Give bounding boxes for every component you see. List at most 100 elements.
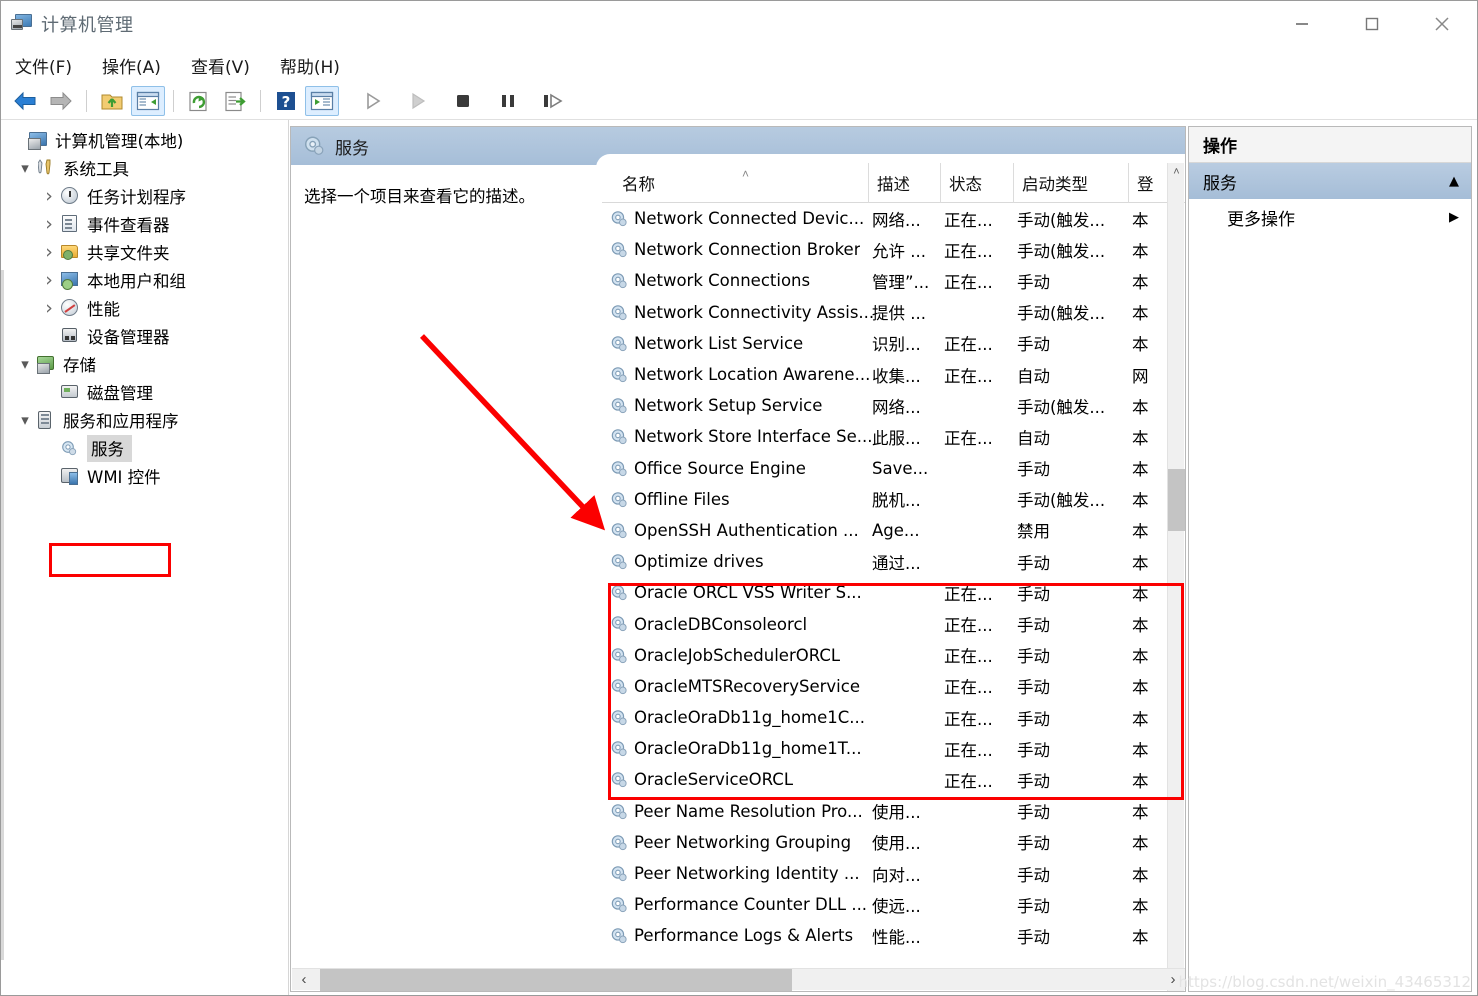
console-tree[interactable]: 计算机管理(本地) 系统工具 任务计划程序 事件查看器 xyxy=(1,120,289,995)
service-gear-icon xyxy=(610,241,628,258)
cell-service-name: OracleDBConsoleorcl xyxy=(634,614,808,634)
services-rows[interactable]: Network Connected Devic... 网络... 正在... 手动(触… xyxy=(602,203,1167,973)
more-actions-item[interactable]: 更多操作 ▶ xyxy=(1189,199,1471,235)
column-header-logon-as[interactable]: 登 xyxy=(1128,163,1167,203)
horizontal-scroll-thumb[interactable] xyxy=(320,968,792,991)
table-row[interactable]: Offline Files 脱机... 手动(触发... 本 xyxy=(602,484,1167,515)
tree-item-event-viewer[interactable]: 事件查看器 xyxy=(1,210,288,238)
table-row[interactable]: Network Location Awarene... 收集... 正在... 自动 网 xyxy=(602,359,1167,390)
tree-item-storage[interactable]: 存储 xyxy=(1,350,288,378)
list-vertical-scrollbar[interactable]: ˄ ˅ xyxy=(1167,163,1185,991)
export-list-icon[interactable] xyxy=(218,86,252,116)
chevron-down-icon[interactable] xyxy=(15,357,35,372)
column-header-startup-type[interactable]: 启动类型 xyxy=(1013,163,1128,203)
chevron-down-icon[interactable] xyxy=(15,413,35,428)
chevron-right-icon[interactable] xyxy=(39,215,59,234)
cell-service-status: 正在... xyxy=(944,241,993,261)
actions-group-services[interactable]: 服务 ▲ xyxy=(1189,163,1471,199)
menu-file[interactable]: 文件(F) xyxy=(15,53,72,78)
menu-view[interactable]: 查看(V) xyxy=(191,53,250,78)
tree-item-task-scheduler[interactable]: 任务计划程序 xyxy=(1,182,288,210)
tools-icon xyxy=(35,158,57,178)
menu-action[interactable]: 操作(A) xyxy=(102,53,161,78)
scroll-up-icon[interactable]: ˄ xyxy=(1168,163,1185,180)
tree-item-computer-management-local[interactable]: 计算机管理(本地) xyxy=(1,126,288,154)
chevron-right-icon[interactable] xyxy=(39,299,59,318)
table-row[interactable]: OracleMTSRecoveryService 正在... 手动 本 xyxy=(602,671,1167,702)
menu-help[interactable]: 帮助(H) xyxy=(280,53,340,78)
table-row[interactable]: OracleDBConsoleorcl 正在... 手动 本 xyxy=(602,608,1167,639)
table-row[interactable]: Performance Counter DLL ... 使远... 手动 本 xyxy=(602,889,1167,920)
tree-item-device-manager[interactable]: 设备管理器 xyxy=(1,322,288,350)
service-gear-icon xyxy=(610,397,628,414)
chevron-right-icon[interactable]: ▶ xyxy=(1449,210,1459,225)
table-row[interactable]: OracleJobSchedulerORCL 正在... 手动 本 xyxy=(602,640,1167,671)
scroll-left-icon[interactable]: ‹ xyxy=(292,969,316,991)
table-row[interactable]: Oracle ORCL VSS Writer S... 正在... 手动 本 xyxy=(602,577,1167,608)
table-row[interactable]: Network List Service 识别... 正在... 手动 本 xyxy=(602,328,1167,359)
tree-item-services-and-applications[interactable]: 服务和应用程序 xyxy=(1,406,288,434)
pause-service-icon[interactable] xyxy=(491,86,525,116)
table-row[interactable]: Optimize drives 通过... 手动 本 xyxy=(602,546,1167,577)
table-row[interactable]: OracleServiceORCL 正在... 手动 本 xyxy=(602,764,1167,795)
table-row[interactable]: Network Connections 管理”... 正在... 手动 本 xyxy=(602,265,1167,296)
column-header-status[interactable]: 状态 xyxy=(940,163,1013,203)
restart-service-icon[interactable] xyxy=(536,86,570,116)
table-row[interactable]: Peer Networking Identity ... 向对... 手动 本 xyxy=(602,858,1167,889)
back-icon[interactable] xyxy=(8,86,42,116)
table-row[interactable]: OpenSSH Authentication ... Age... 禁用 本 xyxy=(602,515,1167,546)
table-row[interactable]: Office Source Engine Save... 手动 本 xyxy=(602,453,1167,484)
cell-service-startup-type: 手动(触发... xyxy=(1017,491,1106,511)
tree-item-local-users-and-groups[interactable]: 本地用户和组 xyxy=(1,266,288,294)
chevron-down-icon[interactable] xyxy=(15,161,35,176)
start-service-icon[interactable] xyxy=(356,86,390,116)
properties-icon[interactable] xyxy=(305,86,339,116)
column-header-name[interactable]: 名称 xyxy=(602,163,868,203)
cell-service-status: 正在... xyxy=(944,584,993,604)
cell-service-name: Oracle ORCL VSS Writer S... xyxy=(634,583,862,603)
table-row[interactable]: Peer Name Resolution Pro... 使用... 手动 本 xyxy=(602,796,1167,827)
up-folder-icon[interactable] xyxy=(95,86,129,116)
table-row[interactable]: OracleOraDb11g_home1T... 正在... 手动 本 xyxy=(602,733,1167,764)
tree-item-disk-management[interactable]: 磁盘管理 xyxy=(1,378,288,406)
minimize-button[interactable] xyxy=(1267,1,1337,47)
chevron-up-icon[interactable]: ▲ xyxy=(1449,174,1459,189)
cell-service-description: 网络... xyxy=(872,210,921,230)
refresh-icon[interactable] xyxy=(182,86,216,116)
table-row[interactable]: Network Setup Service 网络... 手动(触发... 本 xyxy=(602,390,1167,421)
table-row[interactable]: Network Connectivity Assis... 提供 ... 手动(触发… xyxy=(602,297,1167,328)
table-row[interactable]: Network Connected Devic... 网络... 正在... 手动(触… xyxy=(602,203,1167,234)
service-gear-icon xyxy=(610,647,628,664)
help-icon[interactable]: ? xyxy=(269,86,303,116)
close-button[interactable] xyxy=(1407,1,1477,47)
tree-item-performance[interactable]: 性能 xyxy=(1,294,288,322)
table-row[interactable]: Peer Networking Grouping 使用... 手动 本 xyxy=(602,827,1167,858)
tree-item-services[interactable]: 服务 xyxy=(1,434,288,462)
table-row[interactable]: Network Connection Broker 允许 ... 正在... 手动(触… xyxy=(602,234,1167,265)
vertical-scroll-thumb[interactable] xyxy=(1168,469,1185,531)
resume-service-icon[interactable] xyxy=(401,86,435,116)
tree-item-system-tools[interactable]: 系统工具 xyxy=(1,154,288,182)
cell-service-description: 提供 ... xyxy=(872,304,926,324)
table-row[interactable]: OracleOraDb11g_home1C... 正在... 手动 本 xyxy=(602,702,1167,733)
maximize-button[interactable] xyxy=(1337,1,1407,47)
show-hide-tree-icon[interactable] xyxy=(131,86,165,116)
chevron-right-icon[interactable] xyxy=(39,271,59,290)
cell-service-startup-type: 手动 xyxy=(1017,616,1050,636)
tree-item-shared-folders[interactable]: 共享文件夹 xyxy=(1,238,288,266)
column-header-description[interactable]: 描述 xyxy=(868,163,940,203)
tree-item-wmi-control[interactable]: WMI 控件 xyxy=(1,462,288,490)
chevron-right-icon[interactable] xyxy=(39,243,59,262)
cell-service-description: 使远... xyxy=(872,896,921,916)
services-list[interactable]: ˄ 名称 描述 状态 启动类型 登 Network Connected Devi… xyxy=(602,163,1185,991)
cell-service-name: OracleJobSchedulerORCL xyxy=(634,645,841,665)
forward-icon[interactable] xyxy=(44,86,78,116)
table-row[interactable]: Performance Logs & Alerts 性能... 手动 本 xyxy=(602,920,1167,951)
service-gear-icon xyxy=(610,272,628,289)
chevron-right-icon[interactable] xyxy=(39,187,59,206)
cell-service-logon-as: 本 xyxy=(1132,709,1149,729)
stop-service-icon[interactable] xyxy=(446,86,480,116)
table-row[interactable]: Network Store Interface Se... 此服... 正在... 自… xyxy=(602,421,1167,452)
list-horizontal-scrollbar[interactable]: ‹ › xyxy=(292,968,1185,991)
tree-item-label: 共享文件夹 xyxy=(87,244,170,263)
